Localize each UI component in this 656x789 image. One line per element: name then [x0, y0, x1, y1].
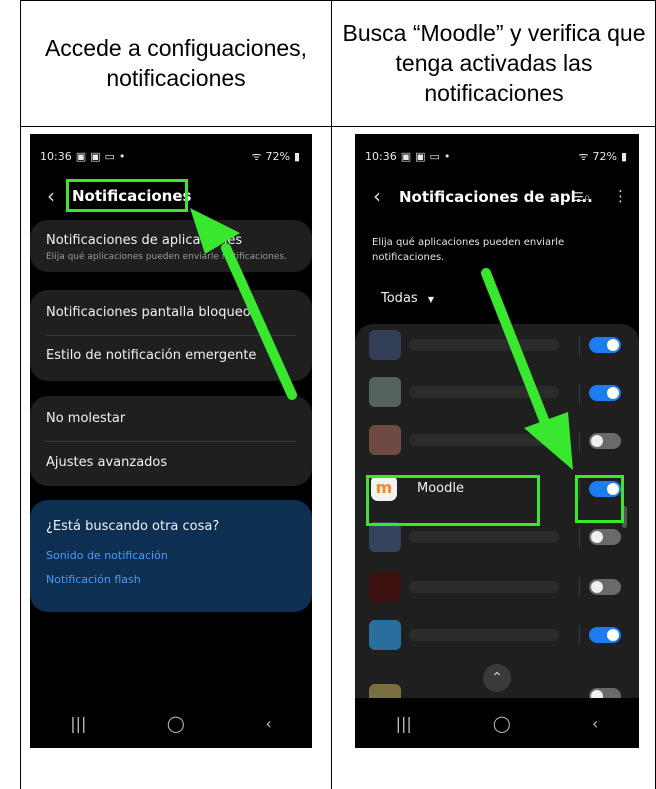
notification-toggle[interactable] [589, 385, 621, 401]
suggestions-card: ¿Está buscando otra cosa? Sonido de noti… [30, 500, 312, 612]
page-title: Notificaciones de apl... [399, 188, 593, 206]
more-options-icon[interactable]: ⋮ [613, 187, 628, 205]
notification-toggle[interactable] [589, 579, 621, 595]
table-border-left [20, 0, 21, 789]
nav-bar: ||| ◯ ‹ [355, 698, 639, 748]
instruction-table: Accede a configuaciones, notificaciones … [0, 0, 656, 789]
notification-sound-link[interactable]: Sonido de notificación [46, 549, 168, 562]
status-bar: 10:36 ▣ ▣ ▭ • ᯤ 72% ▮ [40, 148, 304, 164]
app-notifications-card[interactable]: Notificaciones de aplicaciones Elija qué… [30, 220, 312, 272]
nav-bar: ||| ◯ ‹ [30, 698, 312, 748]
back-icon[interactable]: ‹ [47, 184, 55, 208]
notification-toggle[interactable] [589, 627, 621, 643]
divider [46, 335, 296, 336]
filter-label: Todas [381, 291, 418, 306]
battery-icon: ▮ [293, 149, 300, 163]
scroll-to-top-button[interactable]: ⌃ [483, 664, 511, 692]
phone-screenshot-app-notifications: 10:36 ▣ ▣ ▭ • ᯤ 72% ▮ ‹ Notificaciones de apl.… [355, 134, 639, 748]
battery-percent: 72% [265, 149, 290, 163]
advanced-settings-item[interactable]: Ajustes avanzados [46, 455, 167, 470]
phone-screenshot-notifications: 10:36 ▣ ▣ ▭ • ᯤ 72% ▮ ‹ Notificaciones Notific… [30, 134, 312, 748]
status-time: 10:36 [40, 149, 72, 163]
search-list-icon[interactable]: ☰⌕ [573, 190, 590, 205]
header-step-2: Busca “Moodle” y verifica que tenga acti… [342, 20, 646, 106]
lock-screen-item[interactable]: Notificaciones pantalla bloqueo [46, 305, 251, 320]
suggestions-title: ¿Está buscando otra cosa? [46, 519, 220, 534]
home-icon[interactable]: ◯ [167, 714, 185, 733]
do-not-disturb-item[interactable]: No molestar [46, 411, 125, 426]
wifi-signal-icon: ᯤ [251, 149, 262, 163]
separator [579, 383, 580, 403]
home-icon[interactable]: ◯ [493, 714, 511, 733]
separator [579, 577, 580, 597]
divider [46, 441, 296, 442]
page-description: Elija qué aplicaciones pueden enviarle n… [372, 237, 565, 263]
sim-icon: ▣ [90, 149, 101, 163]
gallery-icon: ▣ [400, 149, 412, 163]
battery-percent: 72% [592, 149, 617, 163]
separator [579, 431, 580, 451]
notification-toggle[interactable] [589, 529, 621, 545]
back-icon[interactable]: ‹ [373, 184, 381, 208]
battery-icon: ▮ [620, 149, 627, 163]
back-nav-icon[interactable]: ‹ [265, 714, 271, 733]
recent-apps-icon[interactable]: ||| [70, 714, 86, 733]
separator [579, 335, 580, 355]
back-nav-icon[interactable]: ‹ [592, 714, 598, 733]
app-notifications-subtitle: Elija qué aplicaciones pueden enviarle n… [46, 252, 287, 262]
moodle-toggle-highlight-box [575, 475, 624, 523]
wifi-signal-icon: ᯤ [578, 149, 589, 163]
dnd-card: No molestar Ajustes avanzados [30, 396, 312, 486]
table-row-divider [20, 126, 656, 127]
screen-icon: ▭ [429, 149, 440, 163]
recent-apps-icon[interactable]: ||| [396, 714, 412, 733]
flash-notification-link[interactable]: Notificación flash [46, 573, 141, 586]
notification-toggle[interactable] [589, 337, 621, 353]
filter-dropdown[interactable]: Todas ▼ [381, 291, 434, 306]
dot-icon: • [443, 149, 451, 163]
notification-toggle[interactable] [589, 433, 621, 449]
separator [579, 625, 580, 645]
separator [579, 527, 580, 547]
gallery-icon: ▣ [75, 149, 87, 163]
chevron-down-icon: ▼ [427, 295, 434, 304]
status-time: 10:36 [365, 149, 397, 163]
moodle-row-highlight-box [366, 475, 540, 526]
popup-style-item[interactable]: Estilo de notificación emergente [46, 348, 256, 363]
title-highlight-box [66, 179, 188, 212]
status-bar: 10:36 ▣ ▣ ▭ • ᯤ 72% ▮ [365, 148, 631, 164]
header-step-1: Accede a configuaciones, notificaciones [44, 35, 308, 91]
lockscreen-card: Notificaciones pantalla bloqueo Estilo d… [30, 290, 312, 381]
app-notifications-item: Notificaciones de aplicaciones [46, 233, 243, 248]
screen-icon: ▭ [104, 149, 115, 163]
sim-icon: ▣ [415, 149, 426, 163]
table-column-divider [331, 0, 332, 789]
dot-icon: • [118, 149, 126, 163]
